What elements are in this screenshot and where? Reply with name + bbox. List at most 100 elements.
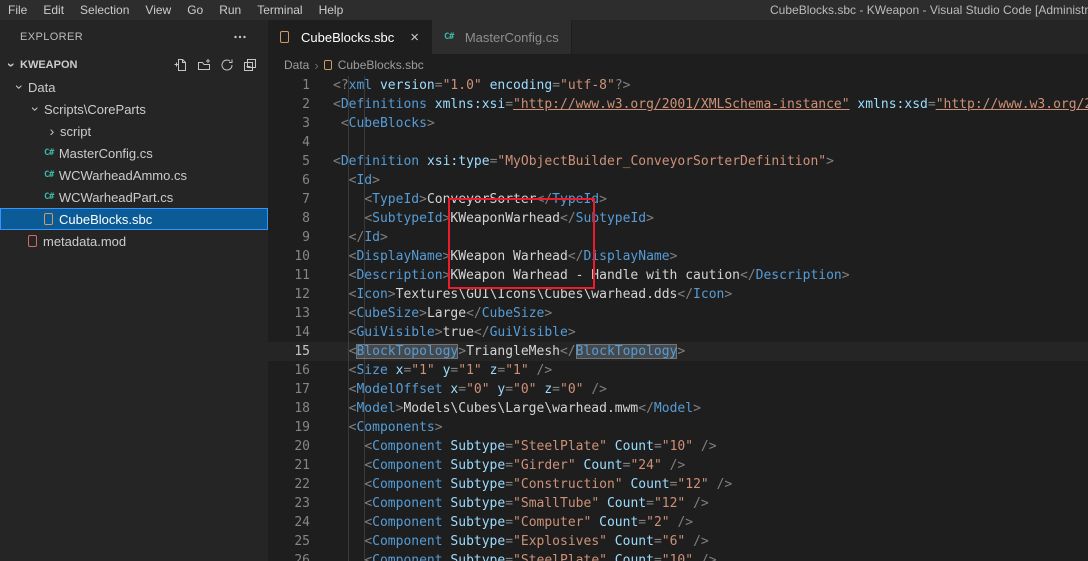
line-number[interactable]: 5 (268, 152, 325, 171)
line-number[interactable]: 15 (268, 342, 325, 361)
workspace-section-header[interactable]: › KWEAPON (0, 54, 268, 76)
code-line-18[interactable]: 18 <Model>Models\Cubes\Large\warhead.mwm… (268, 399, 1088, 418)
code-line-1[interactable]: 1 <?xml version="1.0" encoding="utf-8"?> (268, 76, 1088, 95)
menu-go[interactable]: Go (179, 0, 211, 20)
tree-item-wcwarheadpart-cs[interactable]: C# WCWarheadPart.cs (0, 186, 268, 208)
tree-item-script[interactable]: › script (0, 120, 268, 142)
refresh-icon[interactable] (217, 55, 237, 75)
code-token: = (505, 515, 514, 530)
breadcrumb-item-file[interactable]: CubeBlocks.sbc (338, 58, 424, 72)
menu-edit[interactable]: Edit (35, 0, 72, 20)
code-token: < (333, 97, 341, 112)
code-token: z (544, 382, 553, 397)
code-line-11[interactable]: 11 <Description>KWeapon Warhead - Handle… (268, 266, 1088, 285)
menu-selection[interactable]: Selection (72, 0, 137, 20)
code-line-15[interactable]: 15 <BlockTopology>TriangleMesh</BlockTop… (268, 342, 1088, 361)
code-line-21[interactable]: 21 <Component Subtype="Girder" Count="24… (268, 456, 1088, 475)
code-line-22[interactable]: 22 <Component Subtype="Construction" Cou… (268, 475, 1088, 494)
code-line-16[interactable]: 16 <Size x="1" y="1" z="1" /> (268, 361, 1088, 380)
code-line-20[interactable]: 20 <Component Subtype="SteelPlate" Count… (268, 437, 1088, 456)
menu-view[interactable]: View (137, 0, 179, 20)
line-number[interactable]: 6 (268, 171, 325, 190)
code-token: </ (638, 401, 654, 416)
code-line-24[interactable]: 24 <Component Subtype="Computer" Count="… (268, 513, 1088, 532)
code-line-12[interactable]: 12 <Icon>Textures\GUI\Icons\Cubes\warhea… (268, 285, 1088, 304)
code-token: = (505, 382, 514, 397)
code-token: < (333, 154, 341, 169)
code-token: </ (560, 211, 576, 226)
code-line-14[interactable]: 14 <GuiVisible>true</GuiVisible> (268, 323, 1088, 342)
menu-help[interactable]: Help (311, 0, 352, 20)
line-number[interactable]: 18 (268, 399, 325, 418)
code-line-6[interactable]: 6 <Id> (268, 171, 1088, 190)
line-number[interactable]: 4 (268, 133, 325, 152)
line-number[interactable]: 8 (268, 209, 325, 228)
new-folder-button[interactable] (194, 55, 214, 75)
line-number[interactable]: 24 (268, 513, 325, 532)
code-line-2[interactable]: 2 <Definitions xmlns:xsi="http://www.w3.o… (268, 95, 1088, 114)
code-line-17[interactable]: 17 <ModelOffset x="0" y="0" z="0" /> (268, 380, 1088, 399)
code-token: Definitions (340, 97, 427, 112)
line-number[interactable]: 23 (268, 494, 325, 513)
code-line-26[interactable]: 26 <Component Subtype="SteelPlate" Count… (268, 551, 1088, 561)
line-number[interactable]: 9 (268, 228, 325, 247)
code-line-23[interactable]: 23 <Component Subtype="SmallTube" Count=… (268, 494, 1088, 513)
line-number[interactable]: 12 (268, 285, 325, 304)
tree-item-cubeblocks-sbc[interactable]: CubeBlocks.sbc (0, 208, 268, 230)
new-file-button[interactable] (171, 55, 191, 75)
code-token: > (826, 154, 834, 169)
line-number[interactable]: 14 (268, 323, 325, 342)
code-line-5[interactable]: 5 <Definition xsi:type="MyObjectBuilder_C… (268, 152, 1088, 171)
code-line-4[interactable]: 4 (268, 133, 1088, 152)
tab-masterconfig-cs[interactable]: C# MasterConfig.cs (431, 20, 572, 54)
tree-item-masterconfig-cs[interactable]: C# MasterConfig.cs (0, 142, 268, 164)
tree-item-metadata-mod[interactable]: metadata.mod (0, 230, 268, 252)
code-editor[interactable]: 1 <?xml version="1.0" encoding="utf-8"?> 2… (268, 76, 1088, 561)
code-line-25[interactable]: 25 <Component Subtype="Explosives" Count… (268, 532, 1088, 551)
tree-item-scripts-coreparts[interactable]: › Scripts\CoreParts (0, 98, 268, 120)
line-number[interactable]: 11 (268, 266, 325, 285)
breadcrumb-item-data[interactable]: Data (284, 58, 309, 72)
line-number[interactable]: 19 (268, 418, 325, 437)
code-line-19[interactable]: 19 <Components> (268, 418, 1088, 437)
line-number[interactable]: 3 (268, 114, 325, 133)
code-line-13[interactable]: 13 <CubeSize>Large</CubeSize> (268, 304, 1088, 323)
code-token: /> (677, 515, 694, 530)
line-number[interactable]: 22 (268, 475, 325, 494)
line-number[interactable]: 10 (268, 247, 325, 266)
tree-item-data[interactable]: › Data (0, 76, 268, 98)
code-line-9[interactable]: 9 </Id> (268, 228, 1088, 247)
line-number[interactable]: 13 (268, 304, 325, 323)
code-line-10[interactable]: 10 <DisplayName>KWeapon Warhead</Display… (268, 247, 1088, 266)
line-number[interactable]: 16 (268, 361, 325, 380)
more-actions-button[interactable] (230, 27, 250, 47)
code-token: </ (740, 268, 756, 283)
close-tab-button[interactable]: × (410, 30, 419, 45)
code-line-7[interactable]: 7 <TypeId>ConveyorSorter</TypeId> (268, 190, 1088, 209)
line-number[interactable]: 25 (268, 532, 325, 551)
menu-run[interactable]: Run (211, 0, 249, 20)
menu-file[interactable]: File (0, 0, 35, 20)
line-number[interactable]: 7 (268, 190, 325, 209)
menu-terminal[interactable]: Terminal (249, 0, 310, 20)
line-number[interactable]: 20 (268, 437, 325, 456)
code-token: "MyObjectBuilder_ConveyorSorterDefinitio… (497, 154, 827, 169)
line-number[interactable]: 26 (268, 551, 325, 561)
code-token: "12" (677, 477, 709, 492)
tree-item-wcwarheadammo-cs[interactable]: C# WCWarheadAmmo.cs (0, 164, 268, 186)
collapse-all-button[interactable] (240, 55, 260, 75)
code-line-3[interactable]: 3 <CubeBlocks> (268, 114, 1088, 133)
code-token: = (458, 382, 467, 397)
line-number[interactable]: 21 (268, 456, 325, 475)
code-line-8[interactable]: 8 <SubtypeId>KWeaponWarhead</SubtypeId> (268, 209, 1088, 228)
file-tree: › Data › Scripts\CoreParts › script C# MasterCo… (0, 76, 268, 252)
line-number[interactable]: 17 (268, 380, 325, 399)
line-number[interactable]: 1 (268, 76, 325, 95)
tab-cubeblocks-sbc[interactable]: CubeBlocks.sbc × (268, 20, 432, 54)
line-number[interactable]: 2 (268, 95, 325, 114)
